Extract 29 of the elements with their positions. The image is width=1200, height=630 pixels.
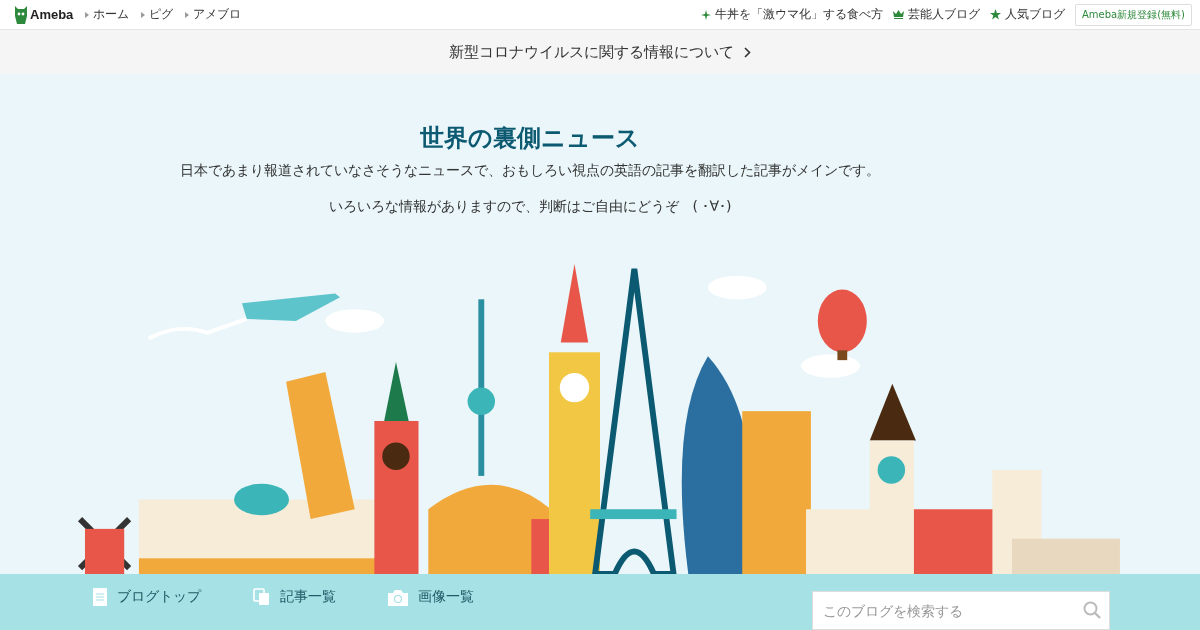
sparkle-icon <box>701 9 711 20</box>
document-icon <box>93 588 107 606</box>
header-link[interactable]: アメブロ <box>185 6 242 23</box>
star-icon <box>990 9 1001 20</box>
header-link[interactable]: 芸能人ブログ <box>893 6 980 23</box>
search-field[interactable]: このブログを検索する <box>812 591 1110 630</box>
triangle-icon <box>185 11 190 18</box>
nav-link[interactable]: 記事一覧 <box>253 574 336 620</box>
header-link[interactable]: 人気ブログ <box>990 6 1065 23</box>
header-link[interactable]: ピグ <box>141 6 174 23</box>
blog-note: いろいろな情報がありますので、判断はご自由にどうぞ ( ･∀･) <box>328 198 732 216</box>
signup-button[interactable]: Ameba新規登録(無料) <box>1075 3 1192 26</box>
logo-wordmark: Ameba <box>30 7 74 22</box>
search-icon[interactable] <box>1083 601 1101 619</box>
monster-mascot-icon <box>14 5 28 24</box>
copy-icon <box>253 588 270 606</box>
chevron-right-icon <box>744 46 751 58</box>
header-link[interactable]: ホーム <box>85 6 130 23</box>
header-link[interactable]: 牛丼を「激ウマ化」する食べ方 <box>701 6 883 23</box>
nav-link[interactable]: 画像一覧 <box>388 574 474 620</box>
blog-description: 日本であまり報道されていなさそうなニュースで、おもしろい視点の英語の記事を翻訳した記事がメインです。 <box>180 162 880 180</box>
ameba-logo[interactable]: Ameba <box>14 5 74 24</box>
triangle-icon <box>85 11 90 18</box>
nav-link[interactable]: ブログトップ <box>93 574 201 620</box>
camera-icon <box>388 588 408 606</box>
notice-link[interactable]: 新型コロナウイルスに関する情報について <box>0 30 1200 74</box>
blog-title[interactable]: 世界の裏側ニュース <box>420 122 640 154</box>
crown-icon <box>893 10 904 19</box>
triangle-icon <box>141 11 146 18</box>
